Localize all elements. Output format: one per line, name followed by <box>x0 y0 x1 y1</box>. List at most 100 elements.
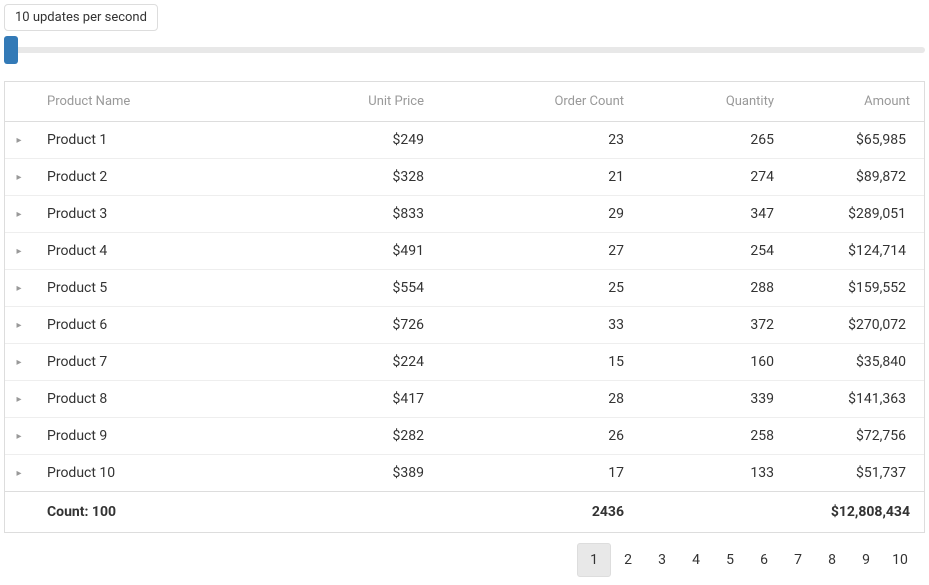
header-product[interactable]: Product Name <box>33 82 313 121</box>
cell-product: Product 9 <box>33 418 313 454</box>
cell-orders: 25 <box>438 270 638 306</box>
expand-toggle[interactable]: ▸ <box>5 381 33 417</box>
chevron-right-icon: ▸ <box>16 320 21 331</box>
cell-quantity: 258 <box>638 418 788 454</box>
summary-price-empty <box>313 492 438 532</box>
cell-product: Product 5 <box>33 270 313 306</box>
header-orders[interactable]: Order Count <box>438 82 638 121</box>
page-button-5[interactable]: 5 <box>713 543 747 577</box>
cell-product: Product 3 <box>33 196 313 232</box>
cell-quantity: 288 <box>638 270 788 306</box>
cell-price: $328 <box>313 159 438 195</box>
expand-toggle[interactable]: ▸ <box>5 122 33 158</box>
cell-orders: 29 <box>438 196 638 232</box>
expand-toggle[interactable]: ▸ <box>5 307 33 343</box>
chevron-right-icon: ▸ <box>16 431 21 442</box>
cell-price: $249 <box>313 122 438 158</box>
page-button-7[interactable]: 7 <box>781 543 815 577</box>
cell-product: Product 8 <box>33 381 313 417</box>
header-quantity[interactable]: Quantity <box>638 82 788 121</box>
grid-summary: Count: 100 2436 $12,808,434 <box>5 492 924 532</box>
cell-quantity: 133 <box>638 455 788 491</box>
expand-toggle[interactable]: ▸ <box>5 196 33 232</box>
expand-toggle[interactable]: ▸ <box>5 344 33 380</box>
expand-toggle[interactable]: ▸ <box>5 233 33 269</box>
cell-price: $491 <box>313 233 438 269</box>
cell-amount: $289,051 <box>788 196 924 232</box>
slider-label: 10 updates per second <box>4 4 158 31</box>
table-row: ▸Product 1$24923265$65,985 <box>5 122 924 159</box>
cell-quantity: 254 <box>638 233 788 269</box>
chevron-right-icon: ▸ <box>16 357 21 368</box>
expand-toggle[interactable]: ▸ <box>5 159 33 195</box>
cell-orders: 17 <box>438 455 638 491</box>
cell-product: Product 7 <box>33 344 313 380</box>
page-button-6[interactable]: 6 <box>747 543 781 577</box>
slider-track[interactable] <box>4 47 925 53</box>
page-button-1[interactable]: 1 <box>577 543 611 577</box>
cell-product: Product 4 <box>33 233 313 269</box>
table-row: ▸Product 6$72633372$270,072 <box>5 307 924 344</box>
cell-amount: $159,552 <box>788 270 924 306</box>
header-price[interactable]: Unit Price <box>313 82 438 121</box>
cell-orders: 21 <box>438 159 638 195</box>
cell-price: $726 <box>313 307 438 343</box>
header-amount[interactable]: Amount <box>788 82 924 121</box>
cell-quantity: 274 <box>638 159 788 195</box>
data-grid: Product Name Unit Price Order Count Quan… <box>4 81 925 533</box>
cell-price: $282 <box>313 418 438 454</box>
page-button-2[interactable]: 2 <box>611 543 645 577</box>
cell-quantity: 339 <box>638 381 788 417</box>
cell-price: $224 <box>313 344 438 380</box>
table-row: ▸ Product 5$55425288$159,552 <box>5 270 924 307</box>
cell-price: $833 <box>313 196 438 232</box>
page-button-4[interactable]: 4 <box>679 543 713 577</box>
page-button-8[interactable]: 8 <box>815 543 849 577</box>
cell-quantity: 265 <box>638 122 788 158</box>
cell-orders: 33 <box>438 307 638 343</box>
slider-container: 10 updates per second <box>4 4 925 53</box>
cell-amount: $65,985 <box>788 122 924 158</box>
summary-orders: 2436 <box>438 492 638 532</box>
table-row: ▸Product 4$49127254$124,714 <box>5 233 924 270</box>
cell-quantity: 160 <box>638 344 788 380</box>
cell-price: $417 <box>313 381 438 417</box>
cell-amount: $51,737 <box>788 455 924 491</box>
table-row: ▸Product 7$22415160$35,840 <box>5 344 924 381</box>
cell-product: Product 2 <box>33 159 313 195</box>
cell-orders: 28 <box>438 381 638 417</box>
pagination: 12345678910 <box>4 533 925 581</box>
table-row: ▸Product 10$38917133$51,737 <box>5 455 924 492</box>
cell-amount: $35,840 <box>788 344 924 380</box>
page-button-10[interactable]: 10 <box>883 543 917 577</box>
table-row: ▸Product 9$28226258$72,756 <box>5 418 924 455</box>
table-row: ▸Product 3$83329347$289,051 <box>5 196 924 233</box>
cell-amount: $270,072 <box>788 307 924 343</box>
cell-price: $554 <box>313 270 438 306</box>
page-button-3[interactable]: 3 <box>645 543 679 577</box>
chevron-right-icon: ▸ <box>16 468 21 479</box>
cell-orders: 23 <box>438 122 638 158</box>
chevron-right-icon: ▸ <box>16 394 21 405</box>
chevron-right-icon: ▸ <box>16 172 21 183</box>
chevron-right-icon: ▸ <box>16 283 21 294</box>
chevron-right-icon: ▸ <box>16 246 21 257</box>
cell-amount: $72,756 <box>788 418 924 454</box>
slider-thumb[interactable] <box>4 36 18 64</box>
expand-toggle[interactable]: ▸ <box>5 418 33 454</box>
summary-spacer <box>5 492 33 532</box>
expand-toggle[interactable]: ▸ <box>5 455 33 491</box>
cell-product: Product 1 <box>33 122 313 158</box>
cell-price: $389 <box>313 455 438 491</box>
expand-toggle[interactable]: ▸ <box>5 270 33 306</box>
cell-amount: $89,872 <box>788 159 924 195</box>
chevron-right-icon: ▸ <box>16 209 21 220</box>
cell-amount: $141,363 <box>788 381 924 417</box>
summary-qty-empty <box>638 492 788 532</box>
page-button-9[interactable]: 9 <box>849 543 883 577</box>
header-expand-spacer <box>5 82 33 121</box>
cell-amount: $124,714 <box>788 233 924 269</box>
summary-count: Count: 100 <box>33 492 313 532</box>
cell-quantity: 372 <box>638 307 788 343</box>
grid-header: Product Name Unit Price Order Count Quan… <box>5 82 924 122</box>
